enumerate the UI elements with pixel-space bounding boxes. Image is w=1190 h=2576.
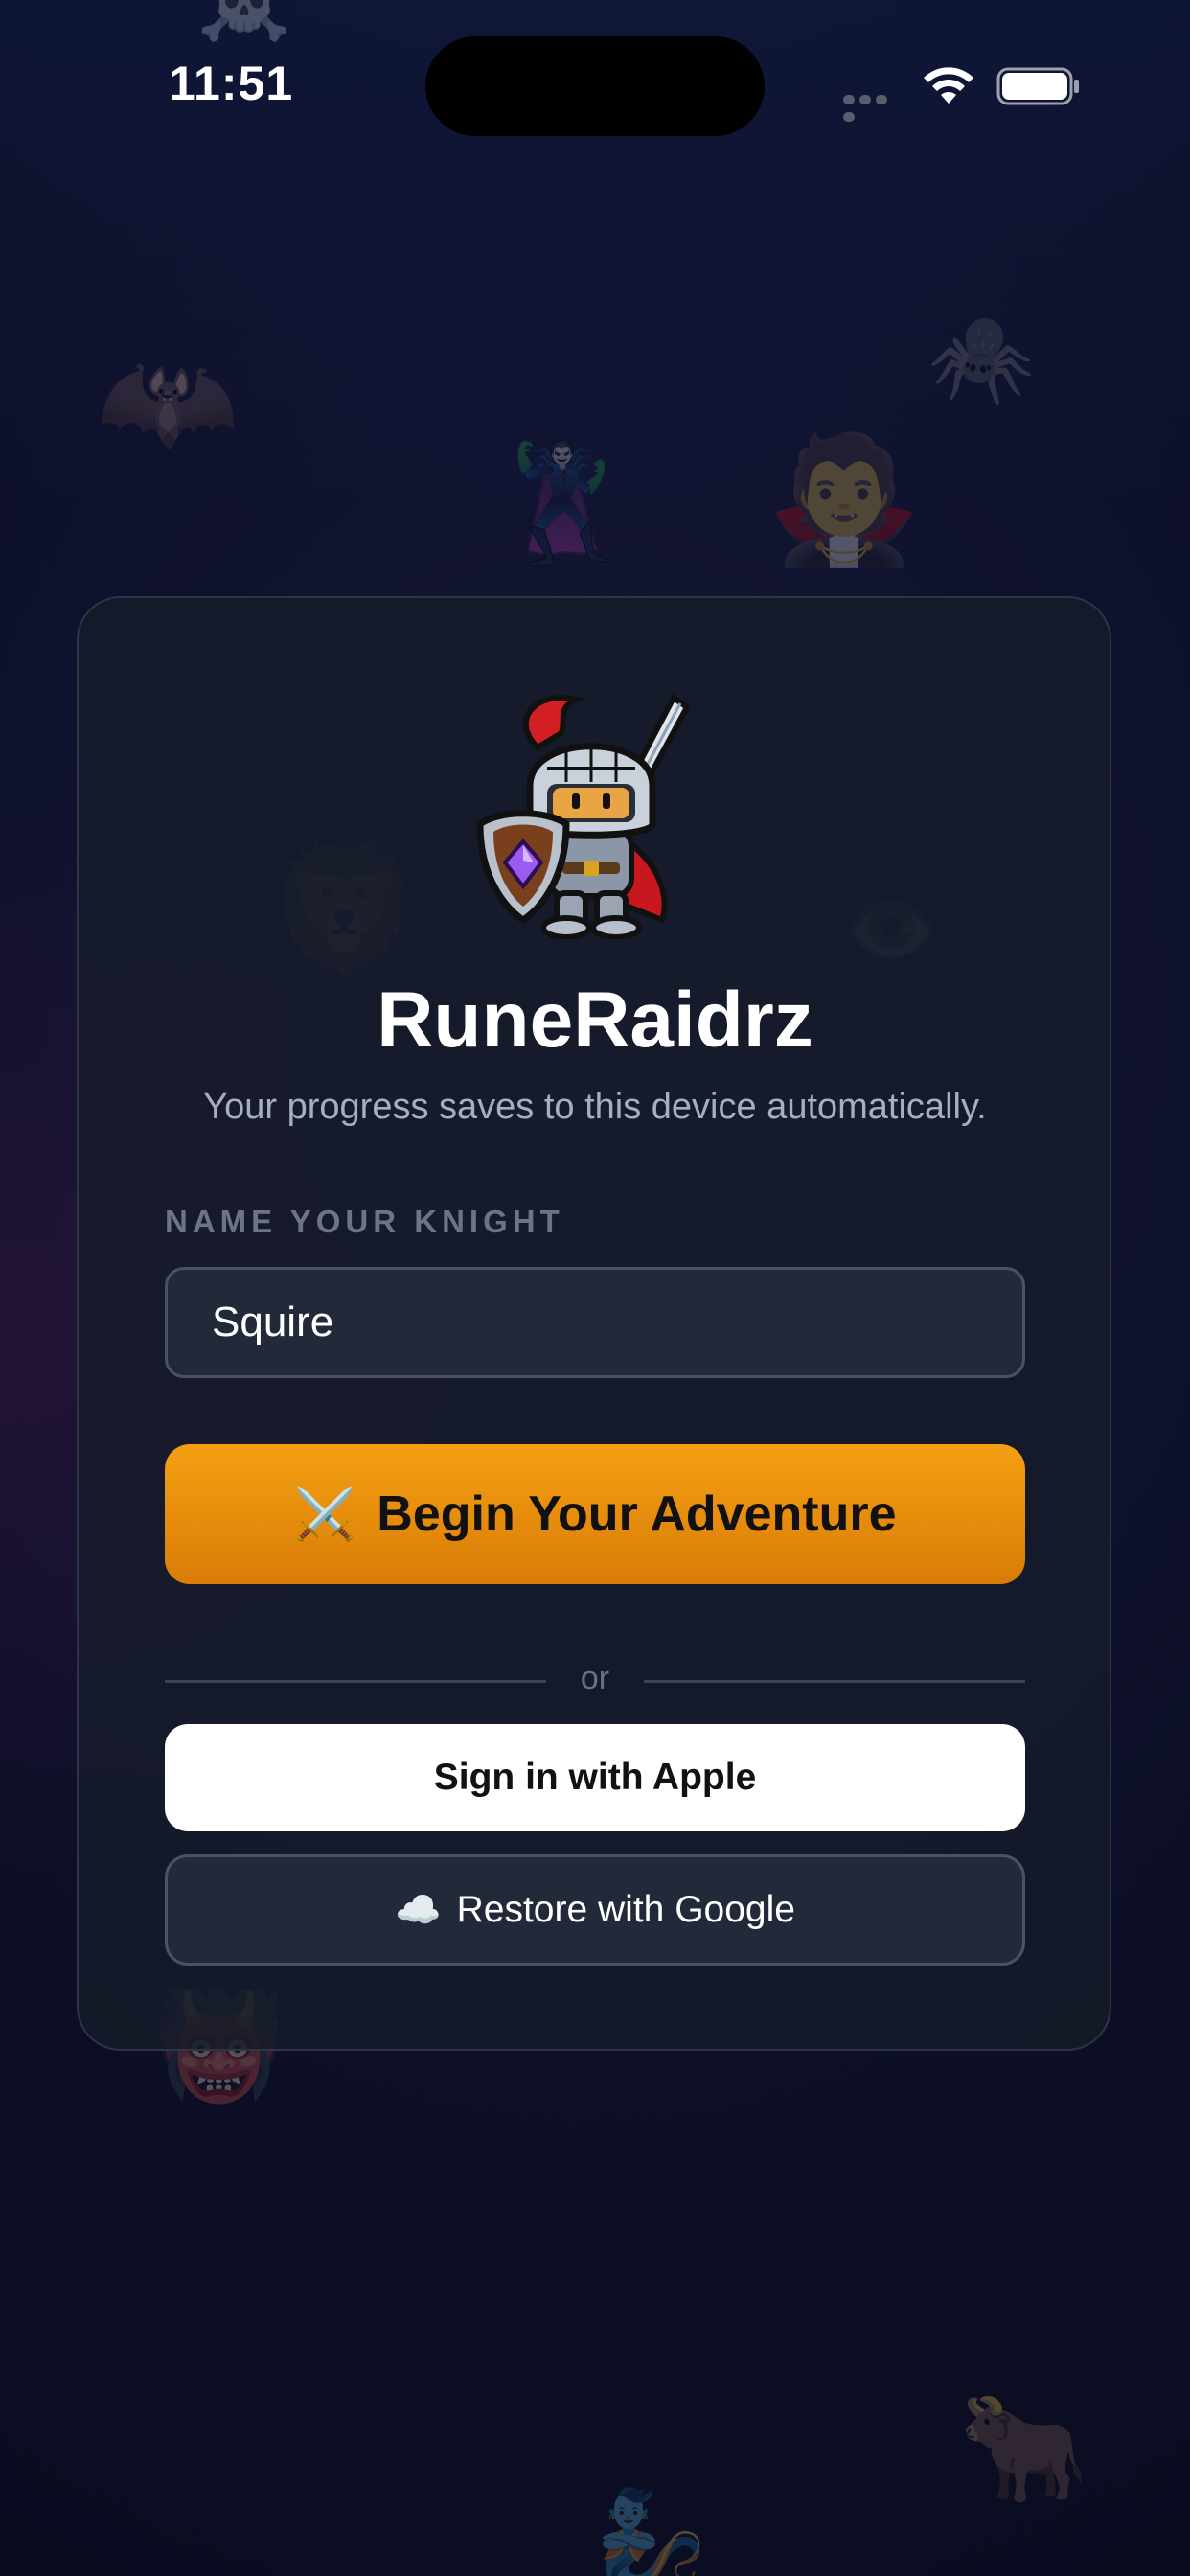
crossed-swords-icon: ⚔️ xyxy=(293,1486,356,1543)
genie-icon: 🧞 xyxy=(594,2486,714,2576)
knight-name-input[interactable] xyxy=(165,1267,1025,1378)
ox-icon: 🐂 xyxy=(958,2389,1089,2507)
bat-icon: 🦇 xyxy=(96,338,240,467)
battery-icon xyxy=(996,67,1079,105)
spider-icon: 🕷️ xyxy=(927,311,1036,407)
dynamic-island xyxy=(425,36,765,136)
divider-right xyxy=(644,1680,1025,1683)
divider-left xyxy=(165,1680,546,1683)
status-time: 11:51 xyxy=(169,57,294,110)
skull-crossbones-icon: ☠️ xyxy=(196,0,292,38)
supervillain-icon: 🦹 xyxy=(491,440,634,568)
restore-with-google-label: Restore with Google xyxy=(456,1889,795,1930)
restore-with-google-button[interactable]: ☁️ Restore with Google xyxy=(165,1854,1025,1966)
vampire-icon: 🧛 xyxy=(767,429,922,569)
sign-in-with-apple-button[interactable]: Sign in with Apple xyxy=(165,1724,1025,1831)
cloud-icon: ☁️ xyxy=(395,1890,442,1931)
wifi-icon xyxy=(924,67,973,104)
knight-mascot-icon xyxy=(476,693,691,939)
begin-adventure-label: Begin Your Adventure xyxy=(377,1486,897,1542)
app-subtitle: Your progress saves to this device autom… xyxy=(203,1087,987,1127)
divider-or: or xyxy=(580,1660,610,1696)
app-title: RuneRaidrz xyxy=(377,977,813,1064)
begin-adventure-button[interactable]: ⚔️ Begin Your Adventure xyxy=(165,1444,1025,1584)
cellular-signal-icon xyxy=(843,92,906,122)
knight-name-label: NAME YOUR KNIGHT xyxy=(165,1204,564,1239)
